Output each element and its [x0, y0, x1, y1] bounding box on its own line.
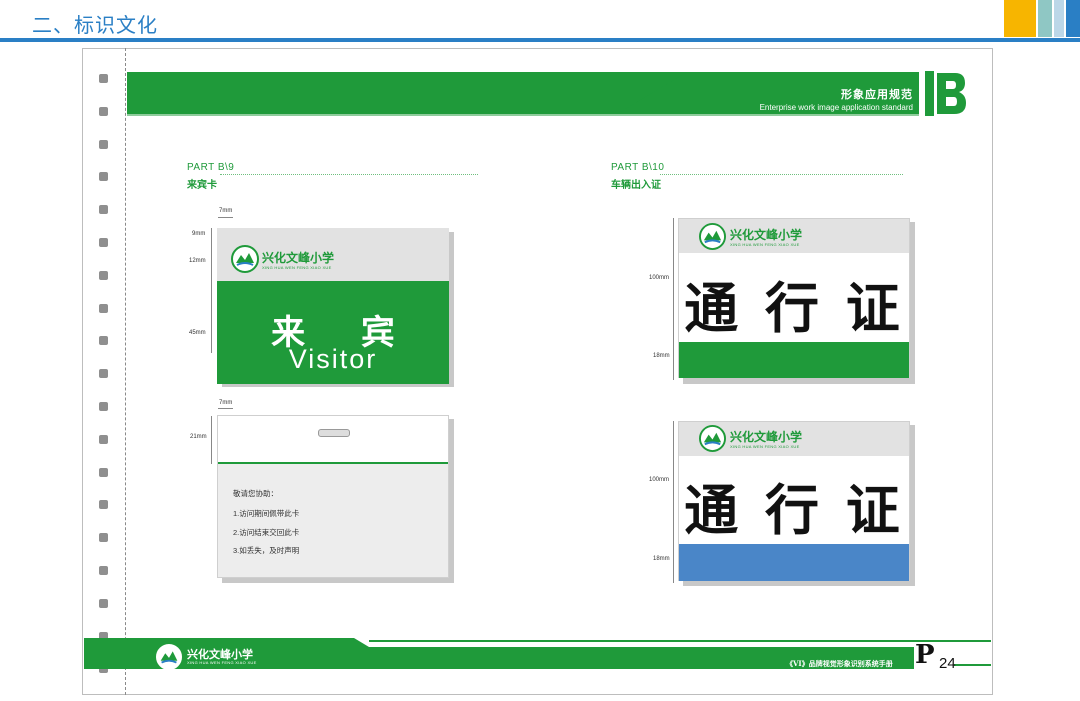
- part-rule-right: [660, 174, 903, 175]
- binding-hole: [99, 74, 108, 83]
- dim-label: 7mm: [219, 208, 233, 214]
- binding-hole: [99, 402, 108, 411]
- dim-line: [211, 416, 212, 464]
- page-title: 二、标识文化: [32, 15, 158, 37]
- dim-label: 12mm: [189, 258, 206, 264]
- visitor-note: 2.访问结束交回此卡: [233, 528, 300, 537]
- band-title-en: Enterprise work image application standa…: [759, 103, 913, 112]
- dim-line: [673, 421, 674, 583]
- dim-label: 7mm: [219, 400, 233, 406]
- header-rule: [0, 38, 1080, 42]
- header-block-blue: [1066, 0, 1080, 37]
- school-logo-icon: [699, 223, 726, 250]
- header-block-yellow: [1004, 0, 1036, 37]
- dim-label: 21mm: [190, 434, 207, 440]
- dim-label: 18mm: [653, 353, 670, 359]
- part-rule-left: [220, 174, 478, 175]
- dim-label: 45mm: [189, 330, 206, 336]
- binding-hole: [99, 500, 108, 510]
- dim-label: 18mm: [653, 556, 670, 562]
- visitor-back-rule: [218, 462, 448, 464]
- dim-label: 9mm: [192, 231, 206, 237]
- binding-hole: [99, 205, 108, 215]
- footer-school-en: XING HUA WEN FENG XIAO XUE: [187, 660, 257, 665]
- part-subtitle-left: 来宾卡: [187, 180, 217, 191]
- school-logo-icon: [231, 245, 259, 273]
- visitor-note: 1.访问期间佩带此卡: [233, 509, 300, 518]
- header-block-light: [1054, 0, 1064, 37]
- binding-line: [125, 48, 126, 695]
- binding-hole: [99, 106, 108, 116]
- band-title-cn: 形象应用规范: [841, 89, 913, 101]
- section-b-mark: B: [925, 71, 966, 116]
- visitor-note: 3.如丢失，及时声明: [233, 546, 300, 555]
- school-logo-icon: [699, 425, 726, 452]
- binding-hole: [99, 467, 108, 477]
- footer-page-number: 24: [939, 655, 956, 672]
- school-name-cn: 兴化文峰小学: [262, 251, 335, 265]
- footer-page-letter: P: [915, 640, 935, 670]
- binding-hole: [99, 303, 108, 313]
- school-name-en: XING HUA WEN FENG XIAO XUE: [262, 265, 332, 270]
- part-subtitle-right: 车辆出入证: [611, 180, 661, 191]
- school-logo-icon: [156, 644, 182, 670]
- binding-hole: [99, 598, 108, 608]
- binding-hole: [99, 270, 108, 280]
- school-name-cn: 兴化文峰小学: [730, 228, 803, 242]
- binding-hole: [99, 336, 108, 346]
- pass-title: 通 行 证: [684, 478, 904, 542]
- part-label-right: PART B\10: [611, 162, 665, 173]
- pass-blue-band: [679, 544, 909, 581]
- dim-label: 100mm: [649, 477, 670, 483]
- binding-hole: [99, 172, 108, 182]
- school-name-en: XING HUA WEN FENG XIAO XUE: [730, 242, 800, 247]
- dim-line: [218, 408, 233, 409]
- card-slot: [318, 429, 350, 437]
- dim-line: [211, 228, 212, 353]
- visitor-back-top: [218, 416, 448, 462]
- binding-hole: [99, 533, 108, 543]
- dim-line: [673, 218, 674, 380]
- binding-hole: [99, 238, 108, 247]
- binding-hole: [99, 566, 108, 575]
- header-block-teal: [1038, 0, 1052, 37]
- footer-manual: 《VI》品牌视觉形象识别系统手册: [786, 659, 893, 668]
- binding-hole: [99, 434, 108, 444]
- binding-hole: [99, 139, 108, 149]
- school-name-en: XING HUA WEN FENG XIAO XUE: [730, 444, 800, 449]
- pass-title: 通 行 证: [684, 276, 904, 340]
- dim-label: 100mm: [649, 275, 670, 281]
- school-name-cn: 兴化文峰小学: [730, 430, 803, 444]
- pass-green-band: [679, 342, 909, 378]
- visitor-card-en: Visitor: [288, 344, 378, 374]
- visitor-note: 敬请您协助：: [233, 489, 278, 498]
- binding-hole: [99, 369, 108, 379]
- dim-line: [218, 217, 233, 218]
- part-label-left: PART B\9: [187, 162, 235, 173]
